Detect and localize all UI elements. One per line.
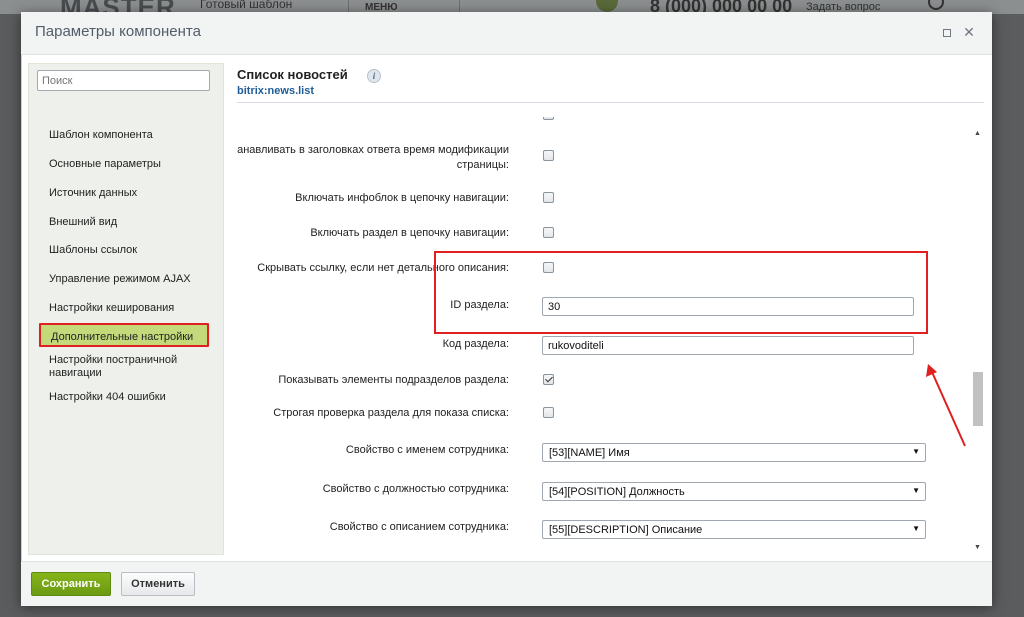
- param-label-prop-description: Свойство с описанием сотрудника:: [329, 521, 509, 533]
- sidebar: Шаблон компонента Основные параметры Ист…: [21, 55, 232, 562]
- chevron-down-icon: ▼: [912, 486, 920, 495]
- sidebar-item-main-params[interactable]: Основные параметры: [49, 158, 209, 171]
- component-title: Список новостей: [237, 67, 348, 82]
- phone-icon: [596, 0, 618, 12]
- params-list: Устанавливать в заголовках ответа время …: [237, 117, 969, 559]
- maximize-icon[interactable]: [939, 24, 955, 40]
- scroll-up-icon[interactable]: ▲: [974, 130, 981, 137]
- sidebar-item-appearance[interactable]: Внешний вид: [49, 216, 209, 229]
- header-divider: [237, 102, 984, 103]
- annotation-highlight-section-fields: [434, 251, 928, 334]
- param-label-last-modified: Устанавливать в заголовках ответа время …: [237, 144, 509, 171]
- sidebar-search-input[interactable]: [37, 70, 210, 91]
- select-prop-name[interactable]: [53][NAME] Имя ▼: [542, 443, 926, 462]
- save-button[interactable]: Сохранить: [31, 572, 111, 596]
- cancel-button[interactable]: Отменить: [121, 572, 195, 596]
- sidebar-item-404[interactable]: Настройки 404 ошибки: [49, 391, 209, 404]
- component-code: bitrix:news.list: [237, 85, 315, 97]
- checkbox-include-iblock-chain[interactable]: [543, 192, 554, 203]
- chevron-down-icon: ▼: [912, 524, 920, 533]
- param-label-prop-position: Свойство с должностью сотрудника:: [322, 483, 509, 495]
- sidebar-item-data-source[interactable]: Источник данных: [49, 187, 209, 200]
- section-code-input[interactable]: [542, 336, 914, 355]
- info-icon[interactable]: i: [367, 69, 381, 83]
- checkbox-strict-check[interactable]: [543, 407, 554, 418]
- sidebar-item-ajax[interactable]: Управление режимом AJAX: [49, 273, 209, 286]
- sidebar-item-pagination[interactable]: Настройки постраничной навигации: [49, 354, 209, 380]
- component-params-dialog: Параметры компонента ✕ Шаблон компонента…: [21, 12, 992, 606]
- scrollbar-thumb[interactable]: [973, 372, 983, 426]
- select-prop-position-value: [54][POSITION] Должность: [549, 486, 685, 498]
- param-label-section-code: Код раздела:: [442, 338, 509, 350]
- checkbox-include-section-chain[interactable]: [543, 227, 554, 238]
- sidebar-item-template[interactable]: Шаблон компонента: [49, 129, 209, 142]
- dialog-footer: Сохранить Отменить: [21, 561, 992, 606]
- close-icon[interactable]: ✕: [961, 24, 977, 40]
- param-label-include-iblock-chain: Включать инфоблок в цепочку навигации:: [295, 192, 509, 204]
- site-search-icon: [928, 0, 944, 10]
- checkbox-last-modified[interactable]: [543, 150, 554, 161]
- select-prop-description[interactable]: [55][DESCRIPTION] Описание ▼: [542, 520, 926, 539]
- param-label-include-section-chain: Включать раздел в цепочку навигации:: [310, 227, 509, 239]
- checkbox-partial-top[interactable]: [543, 117, 554, 120]
- sidebar-item-additional[interactable]: Дополнительные настройки: [39, 323, 209, 347]
- param-label-strict-check: Строгая проверка раздела для показа спис…: [273, 407, 509, 419]
- chevron-down-icon: ▼: [912, 447, 920, 456]
- scroll-down-icon[interactable]: ▼: [974, 544, 981, 551]
- select-prop-name-value: [53][NAME] Имя: [549, 447, 630, 459]
- sidebar-item-link-templates[interactable]: Шаблоны ссылок: [49, 244, 209, 257]
- sidebar-item-caching[interactable]: Настройки кеширования: [49, 302, 209, 315]
- param-label-prop-name: Свойство с именем сотрудника:: [345, 444, 509, 456]
- select-prop-description-value: [55][DESCRIPTION] Описание: [549, 524, 703, 536]
- checkbox-show-subsections[interactable]: [543, 374, 554, 385]
- dialog-title: Параметры компонента: [35, 23, 201, 40]
- params-scrollbar[interactable]: ▲ ▼: [973, 130, 983, 560]
- select-prop-position[interactable]: [54][POSITION] Должность ▼: [542, 482, 926, 501]
- dialog-header: Параметры компонента ✕: [21, 12, 992, 55]
- site-tagline: Готовый шаблон: [200, 0, 293, 11]
- param-label-show-subsections: Показывать элементы подразделов раздела:: [278, 374, 509, 386]
